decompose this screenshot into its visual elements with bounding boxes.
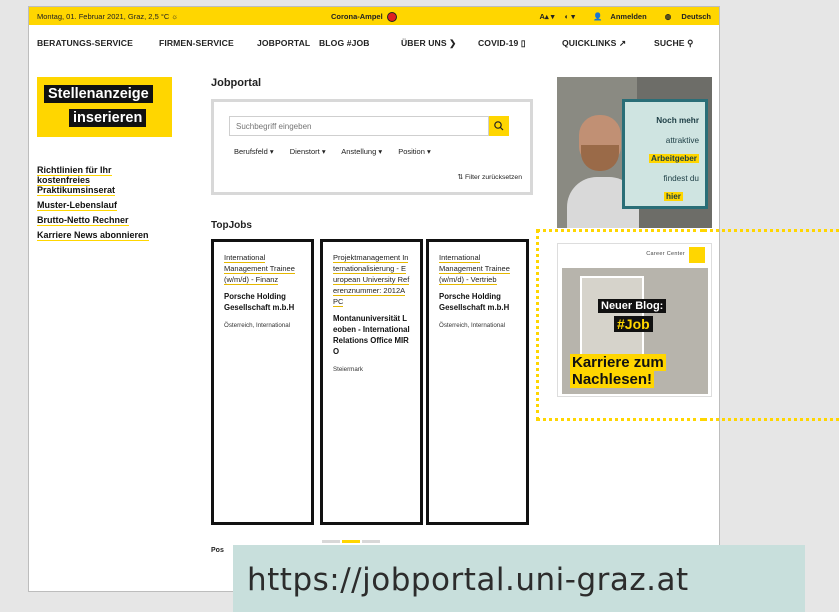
employer-ad-banner[interactable]: Noch mehr attraktive Arbeitgeber findest… [557, 77, 712, 228]
carousel-dot[interactable] [362, 540, 380, 543]
top-info-bar: Montag, 01. Februar 2021, Graz, 2,5 °C ☼… [29, 7, 719, 25]
nav-quicklinks[interactable]: QUICKLINKS ↗ [562, 38, 626, 49]
sidebar: Stellenanzeige inserieren Richtlinien fü… [37, 77, 207, 241]
filter-berufsfeld[interactable]: Berufsfeld ▾ [234, 147, 274, 156]
post-job-line2: inserieren [69, 109, 147, 127]
job-card[interactable]: International Management Trainee (w/m/d)… [426, 239, 529, 525]
topjobs-heading: TopJobs [211, 220, 252, 231]
url-text: https://jobportal.uni-graz.at [247, 562, 689, 598]
job-location: Steiermark [333, 366, 363, 373]
reset-filters-link[interactable]: ⇅ Filter zurücksetzen [457, 173, 522, 181]
job-company: Porsche Holding Gesellschaft m.b.H [224, 292, 295, 312]
top-tools: A▴ ▾ ◐ ▾ 👤 Anmelden ◍ Deutsch [531, 12, 711, 21]
filter-row: Berufsfeld ▾ Dienstort ▾ Anstellung ▾ Po… [234, 147, 445, 156]
link-brutto-netto[interactable]: Brutto-Netto Rechner [37, 215, 207, 226]
nav-suche[interactable]: SUCHE ⚲ [654, 38, 693, 49]
link-karriere-news[interactable]: Karriere News abonnieren [37, 230, 207, 241]
job-title-link[interactable]: Projektmanagement Internationalisierung … [333, 252, 410, 307]
login-label: Anmelden [610, 12, 647, 21]
corona-ampel-label: Corona-Ampel [331, 12, 383, 21]
post-job-button[interactable]: Stellenanzeige inserieren [37, 77, 172, 137]
job-card[interactable]: International Management Trainee (w/m/d)… [211, 239, 314, 525]
job-title-link[interactable]: International Management Trainee (w/m/d)… [439, 252, 516, 285]
traffic-light-icon [386, 12, 397, 22]
filter-dienstort[interactable]: Dienstort ▾ [290, 147, 326, 156]
carousel-pagination [322, 530, 386, 543]
link-praktikum-guidelines[interactable]: Richtlinien für Ihr kostenfreies Praktik… [37, 165, 137, 196]
link-muster-lebenslauf[interactable]: Muster-Lebenslauf [37, 200, 207, 211]
user-icon: 👤 [593, 12, 603, 21]
sidebar-links: Richtlinien für Ihr kostenfreies Praktik… [37, 165, 207, 245]
nav-ueber-uns[interactable]: ÜBER UNS ❯ [401, 38, 456, 49]
url-caption: https://jobportal.uni-graz.at [233, 545, 805, 612]
jobportal-section: Jobportal Berufsfeld ▾ Dienstort ▾ Anste… [211, 77, 551, 543]
job-title: International Management Trainee (w/m/d)… [224, 253, 295, 285]
highlight-dotted-line-top [704, 229, 839, 232]
post-job-line1: Stellenanzeige [44, 85, 153, 103]
contrast-toggle[interactable]: ◐ ▾ [565, 12, 575, 21]
globe-icon: ◍ [664, 12, 672, 21]
job-title: Projektmanagement Internationalisierung … [333, 253, 410, 307]
date-weather: Montag, 01. Februar 2021, Graz, 2,5 °C ☼ [37, 12, 179, 21]
link-karriere-news-label: Karriere News abonnieren [37, 230, 149, 241]
highlight-dotted-line-bottom [704, 418, 839, 421]
search-panel: Berufsfeld ▾ Dienstort ▾ Anstellung ▾ Po… [211, 99, 533, 195]
nav-beratungs-service[interactable]: BERATUNGS-SERVICE [37, 38, 133, 48]
filter-position[interactable]: Position ▾ [398, 147, 431, 156]
search-icon [494, 121, 504, 131]
highlight-dotted-frame [536, 229, 704, 421]
search-input[interactable] [229, 116, 489, 136]
job-location: Österreich, International [439, 322, 506, 329]
ad-line-3: Arbeitgeber [649, 154, 699, 163]
job-company: Montanuniversität Leoben - International… [333, 314, 410, 356]
ad-line-5: hier [663, 192, 683, 201]
bottom-section-label: Pos [211, 547, 224, 554]
employer-ad-card: Noch mehr attraktive Arbeitgeber findest… [622, 99, 708, 209]
nav-jobportal[interactable]: JOBPORTAL [257, 38, 310, 48]
link-brutto-netto-label: Brutto-Netto Rechner [37, 215, 129, 226]
filter-anstellung[interactable]: Anstellung ▾ [341, 147, 382, 156]
job-location: Österreich, International [224, 322, 291, 329]
nav-blog-job[interactable]: BLOG #JOB [319, 38, 370, 48]
search-button[interactable] [489, 116, 509, 136]
nav-firmen-service[interactable]: FIRMEN-SERVICE [159, 38, 234, 48]
job-title: International Management Trainee (w/m/d)… [439, 253, 510, 285]
language-label: Deutsch [681, 12, 711, 21]
job-card[interactable]: Projektmanagement Internationalisierung … [320, 239, 423, 525]
ad-line-2: attraktive [665, 136, 699, 145]
nav-covid-19[interactable]: COVID-19 ▯ [478, 38, 526, 49]
carousel-dot[interactable] [322, 540, 340, 543]
main-nav: BERATUNGS-SERVICE FIRMEN-SERVICE JOBPORT… [29, 35, 719, 55]
corona-ampel[interactable]: Corona-Ampel [331, 12, 397, 22]
link-praktikum-guidelines-label: Richtlinien für Ihr kostenfreies Praktik… [37, 165, 116, 196]
ad-line-4: findest du [663, 174, 699, 183]
carousel-dot-active[interactable] [342, 540, 360, 543]
link-muster-lebenslauf-label: Muster-Lebenslauf [37, 200, 118, 211]
ad-line-1: Noch mehr [656, 116, 699, 125]
language-link[interactable]: ◍ Deutsch [657, 12, 711, 21]
job-title-link[interactable]: International Management Trainee (w/m/d)… [224, 252, 301, 285]
font-size-toggle[interactable]: A▴ ▾ [539, 12, 554, 21]
login-link[interactable]: 👤 Anmelden [585, 12, 647, 21]
job-company: Porsche Holding Gesellschaft m.b.H [439, 292, 510, 312]
jobportal-heading: Jobportal [211, 77, 262, 89]
